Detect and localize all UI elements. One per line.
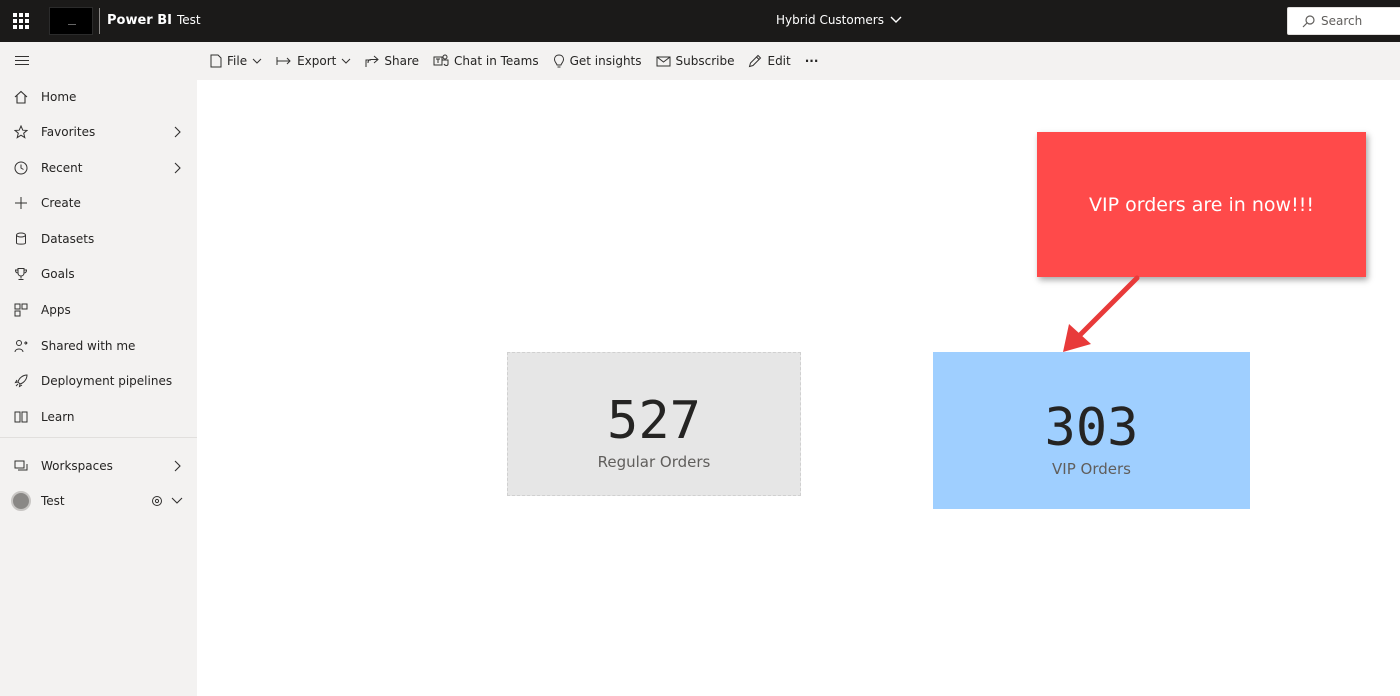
chevron-down-icon[interactable] [169,493,185,509]
search-placeholder: Search [1321,14,1363,28]
search-icon [1302,14,1315,27]
report-title-dropdown[interactable]: Hybrid Customers [776,13,902,27]
chevron-down-icon [252,58,262,64]
regular-orders-card[interactable]: 527 Regular Orders [507,352,801,496]
app-launcher-icon[interactable] [13,13,29,29]
sidebar-divider [0,437,197,438]
sidebar-item-test-workspace[interactable]: Test [0,485,197,517]
sidebar-item-create[interactable]: Create [0,187,197,219]
edit-button[interactable]: Edit [741,42,797,80]
sidebar-item-deployment-pipelines[interactable]: Deployment pipelines [0,365,197,397]
regular-orders-value: 527 [607,391,701,451]
vip-orders-value: 303 [1044,398,1139,458]
export-label: Export [297,54,337,68]
regular-orders-label: Regular Orders [597,453,711,471]
pencil-icon [749,54,762,68]
sidebar-item-label: Shared with me [41,339,136,353]
workspace-avatar [11,491,31,511]
sidebar-item-label: Apps [41,303,71,317]
callout-text: VIP orders are in now!!! [1089,194,1314,216]
sidebar-item-shared-with-me[interactable]: Shared with me [0,330,197,362]
sidebar-item-label: Goals [41,267,75,281]
sidebar-item-goals[interactable]: Goals [0,258,197,290]
trophy-icon [13,266,29,282]
more-options-button[interactable]: ··· [798,42,826,80]
workspaces-icon [13,458,29,474]
vip-orders-card[interactable]: 303 VIP Orders [933,352,1250,509]
database-icon [13,231,29,247]
sidebar-item-recent[interactable]: Recent [0,152,197,184]
report-title: Hybrid Customers [776,13,884,27]
workspace-settings-icon[interactable] [149,493,165,509]
rocket-icon [13,373,29,389]
clock-icon [13,160,29,176]
callout-annotation: VIP orders are in now!!! [1037,132,1366,277]
plus-icon [13,195,29,211]
book-icon [13,409,29,425]
star-icon [13,124,29,140]
export-menu-button[interactable]: Export [269,42,358,80]
sidebar-item-label: Learn [41,410,75,424]
file-menu-button[interactable]: File [203,42,269,80]
chat-in-teams-label: Chat in Teams [454,54,539,68]
share-button[interactable]: Share [358,42,426,80]
sidebar-item-label: Datasets [41,232,95,246]
chevron-right-icon[interactable] [169,160,185,176]
product-name[interactable]: Power BI [107,13,172,28]
callout-arrow-icon [1063,275,1140,352]
sidebar-item-label: Create [41,196,81,210]
share-label: Share [384,54,420,68]
chevron-right-icon[interactable] [169,124,185,140]
vip-orders-label: VIP Orders [1052,460,1131,478]
sidebar-item-label: Recent [41,161,83,175]
mail-icon [656,56,671,66]
get-insights-button[interactable]: Get insights [546,42,649,80]
file-icon [210,54,222,68]
sidebar-item-label: Home [41,90,77,104]
teams-icon [433,54,449,66]
home-icon [13,89,29,105]
sidebar-item-datasets[interactable]: Datasets [0,223,197,255]
file-label: File [227,54,248,68]
left-nav: Home Favorites Recent Create Datasets Go… [0,42,197,696]
sidebar-item-label: Favorites [41,125,96,139]
chevron-down-icon [890,16,902,23]
get-insights-label: Get insights [569,54,642,68]
sidebar-item-home[interactable]: Home [0,81,197,113]
lightbulb-icon [553,53,564,67]
sidebar-item-workspaces[interactable]: Workspaces [0,450,197,482]
chevron-right-icon[interactable] [169,458,185,474]
header-divider [99,8,100,34]
apps-icon [13,302,29,318]
report-canvas: 527 Regular Orders 303 VIP Orders VIP or… [197,80,1400,696]
sidebar-item-label: Deployment pipelines [41,374,173,388]
shared-icon [13,338,29,354]
command-bar: File Export Share Chat in Teams Get insi… [197,42,1400,80]
sidebar-item-label: Workspaces [41,459,113,473]
more-options-icon: ··· [804,54,819,68]
sidebar-item-learn[interactable]: Learn [0,401,197,433]
chat-in-teams-button[interactable]: Chat in Teams [426,42,546,80]
search-box[interactable]: Search [1287,7,1400,35]
top-bar: Power BI Test Hybrid Customers Search [0,0,1400,42]
chevron-down-icon [342,58,351,64]
edit-label: Edit [767,54,791,68]
sidebar-item-favorites[interactable]: Favorites [0,116,197,148]
sidebar-item-apps[interactable]: Apps [0,294,197,326]
share-icon [365,55,380,67]
workspace-breadcrumb[interactable]: Test [177,13,201,27]
subscribe-button[interactable]: Subscribe [649,42,742,80]
org-logo[interactable] [49,7,93,35]
hamburger-menu-icon[interactable] [15,56,29,68]
export-icon [276,57,291,65]
sidebar-item-label: Test [41,494,65,508]
subscribe-label: Subscribe [675,54,735,68]
